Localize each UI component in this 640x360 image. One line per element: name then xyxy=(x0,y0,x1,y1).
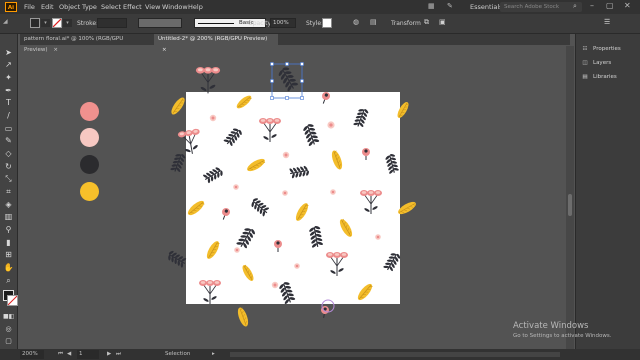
activate-windows-title: Activate Windows xyxy=(513,321,589,331)
pink-dot[interactable] xyxy=(233,184,239,190)
next-artboard-icon[interactable]: ▶ xyxy=(107,351,111,357)
yellow-leaf[interactable] xyxy=(236,306,250,328)
pink-bud[interactable] xyxy=(220,207,232,221)
status-bar: 200% ⏮ ◀ 1 ▶ ⏭ Selection ▸ xyxy=(0,349,640,360)
pink-dot[interactable] xyxy=(294,263,300,269)
dark-branch[interactable] xyxy=(169,151,186,174)
yellow-leaf[interactable] xyxy=(294,201,311,222)
pink-bud[interactable] xyxy=(362,148,370,160)
dark-branch[interactable] xyxy=(202,165,225,185)
pink-flower-cluster[interactable] xyxy=(199,280,221,304)
pink-dot[interactable] xyxy=(330,189,336,195)
dark-branch[interactable] xyxy=(277,280,296,305)
dark-branch[interactable] xyxy=(384,152,400,174)
zoom-field[interactable]: 200% xyxy=(20,350,44,359)
yellow-leaf[interactable] xyxy=(395,100,410,119)
yellow-leaf[interactable] xyxy=(240,263,255,282)
previous-artboard-icon[interactable]: ◀ xyxy=(67,351,71,357)
artboard-number-field[interactable]: 1 xyxy=(77,350,99,359)
yellow-leaf[interactable] xyxy=(330,149,344,171)
dark-branch[interactable] xyxy=(223,125,245,148)
dark-branch[interactable] xyxy=(289,165,311,180)
pink-dot[interactable] xyxy=(282,151,290,159)
activate-windows-subtitle: Go to Settings to activate Windows. xyxy=(513,333,612,339)
pink-dot[interactable] xyxy=(271,281,279,289)
first-artboard-icon[interactable]: ⏮ xyxy=(58,351,63,358)
current-tool-label: Selection xyxy=(165,351,191,357)
pink-bud[interactable] xyxy=(320,91,332,105)
pink-dot[interactable] xyxy=(209,114,217,122)
pink-dot[interactable] xyxy=(234,247,240,253)
floral-pattern-artwork xyxy=(165,62,417,328)
dark-branch[interactable] xyxy=(352,106,369,129)
dark-branch[interactable] xyxy=(165,249,188,269)
horizontal-scrollbar[interactable] xyxy=(230,352,560,357)
pink-flower-cluster[interactable] xyxy=(177,128,203,155)
yellow-leaf[interactable] xyxy=(169,96,187,117)
dark-branch[interactable] xyxy=(308,224,324,248)
yellow-leaf[interactable] xyxy=(338,217,355,238)
pink-dot[interactable] xyxy=(327,121,335,129)
pink-flower-cluster[interactable] xyxy=(360,190,382,214)
pink-flower-cluster[interactable] xyxy=(195,67,221,94)
dark-branch[interactable] xyxy=(301,122,320,147)
last-artboard-icon[interactable]: ⏭ xyxy=(116,351,121,358)
yellow-leaf[interactable] xyxy=(205,239,222,260)
dark-branch[interactable] xyxy=(382,250,402,273)
pink-dot[interactable] xyxy=(282,190,288,196)
pink-flower-cluster[interactable] xyxy=(326,252,348,276)
yellow-leaf[interactable] xyxy=(396,200,417,217)
yellow-leaf[interactable] xyxy=(356,282,375,302)
yellow-leaf[interactable] xyxy=(186,199,206,218)
pink-flower-cluster[interactable] xyxy=(259,118,281,142)
pink-bud[interactable] xyxy=(274,240,282,252)
dark-branch[interactable] xyxy=(248,196,271,218)
yellow-leaf[interactable] xyxy=(235,93,253,110)
pink-dot[interactable] xyxy=(375,234,381,240)
dark-branch[interactable] xyxy=(276,65,300,93)
status-menu-icon[interactable]: ▸ xyxy=(212,351,215,357)
yellow-leaf[interactable] xyxy=(245,157,266,174)
dark-branch[interactable] xyxy=(235,225,257,251)
